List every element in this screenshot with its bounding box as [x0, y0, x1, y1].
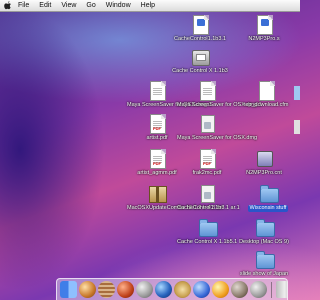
desktop-icon[interactable]: N2MP3Pro.cnt — [234, 148, 294, 177]
desktop-icon[interactable]: Maya ScreenSaver for OSX.dmg.1 — [177, 80, 262, 109]
disk-image-icon — [198, 183, 216, 203]
desktop-icon[interactable]: PDF frak2mc.pdf — [177, 148, 237, 177]
folder-icon — [198, 217, 218, 237]
desktop-icon-label: Desktop (Mac OS 9) — [239, 239, 289, 245]
apple-menu-icon[interactable] — [2, 0, 13, 11]
desktop-icon[interactable]: rep_download.cfm — [236, 80, 296, 109]
document-icon — [255, 14, 273, 35]
disk-image-icon — [198, 113, 216, 133]
desktop-icon-label: Cache Control X 1.1b5.1 — [177, 239, 238, 245]
mars-icon[interactable] — [117, 281, 134, 298]
folder-icon — [259, 183, 279, 203]
desktop-icon[interactable]: Maya ScreenSaver for OSX.dmg — [177, 113, 258, 142]
folder-icon — [255, 249, 275, 269]
desktop-icon-label: N2MP3Pro.cnt — [246, 170, 282, 176]
blank-document-icon — [257, 80, 275, 101]
desktop-icon[interactable]: N2MP3Pro.s — [234, 14, 294, 43]
desktop-icon-label: Maya ScreenSaver for OSX.dmg — [177, 135, 258, 141]
desktop-icon-label: rep_download.cfm — [243, 102, 289, 108]
moon-icon[interactable] — [136, 281, 153, 298]
desktop-icon-label: Cache Control X 1.1b3 — [172, 68, 228, 74]
pdf-icon: PDF — [198, 148, 216, 169]
document-icon — [148, 80, 166, 101]
desktop-icon-label: N2MP3Pro.s — [248, 36, 280, 42]
menu-edit[interactable]: Edit — [34, 0, 56, 11]
finder-icon[interactable] — [60, 281, 77, 298]
saturn-icon[interactable] — [174, 281, 191, 298]
desktop-icon[interactable]: Cache Control X 1.1b5.1 — [177, 217, 237, 246]
folder-icon[interactable] — [294, 86, 300, 100]
document-icon[interactable] — [294, 120, 300, 134]
desktop-icon-label: artist_agmm.pdf — [137, 170, 177, 176]
pdf-icon: PDF — [148, 113, 166, 134]
desktop-icon[interactable]: Desktop (Mac OS 9) — [234, 217, 294, 246]
desktop-icon-label: artist.pdf — [146, 135, 168, 141]
folder-icon — [255, 217, 275, 237]
earth-icon[interactable] — [155, 281, 172, 298]
pdf-icon: PDF — [148, 148, 166, 169]
trash-icon[interactable] — [276, 281, 287, 298]
dock-separator — [271, 281, 272, 298]
menu-bar: File Edit View Go Window Help — [0, 0, 300, 12]
document-icon — [198, 80, 216, 101]
network-icon — [255, 148, 273, 168]
jupiter-icon[interactable] — [98, 281, 115, 298]
neptune-icon[interactable] — [193, 281, 210, 298]
mercury-icon[interactable] — [231, 281, 248, 298]
desktop-icon[interactable]: Wisconsin stuff — [238, 183, 298, 212]
sun-icon[interactable] — [212, 281, 229, 298]
dock — [56, 278, 288, 300]
document-icon — [191, 14, 209, 35]
desktop-icon-label: Wisconsin stuff — [247, 205, 289, 212]
menu-help[interactable]: Help — [136, 0, 160, 11]
menu-window[interactable]: Window — [101, 0, 136, 11]
desktop-icon[interactable]: CacheControl1.1b3.1 ar.1 — [177, 183, 240, 212]
desktop-icon-label: CacheControl1.1b3.1 ar.1 — [177, 205, 240, 211]
desktop-icon[interactable]: CacheControl1.1b3.1 — [170, 14, 230, 43]
menu-view[interactable]: View — [56, 0, 81, 11]
desktop-icon-label: CacheControl1.1b3.1 — [174, 36, 226, 42]
moon-icon[interactable] — [250, 281, 267, 298]
menu-file[interactable]: File — [13, 0, 34, 11]
menu-go[interactable]: Go — [81, 0, 100, 11]
desktop-icon[interactable]: slide show of Japan — [234, 249, 294, 278]
desktop-icon-label: slide show of Japan — [239, 271, 289, 277]
desktop-icon-label: frak2mc.pdf — [192, 170, 222, 176]
desktop-icon[interactable]: Cache Control X 1.1b3 — [170, 46, 230, 75]
disk-image-icon — [191, 46, 210, 66]
planet-icon[interactable] — [79, 281, 96, 298]
package-icon — [148, 183, 167, 203]
desktop-icon-label: Maya ScreenSaver for OSX.dmg.1 — [177, 102, 262, 108]
